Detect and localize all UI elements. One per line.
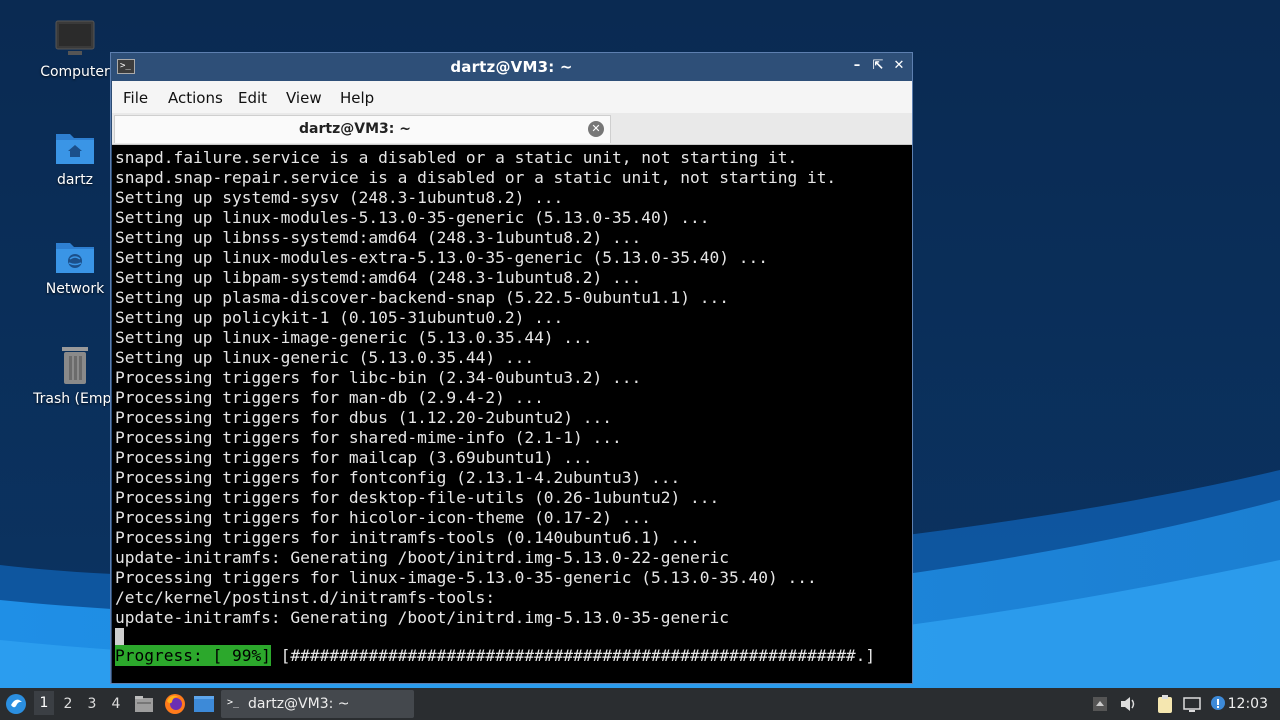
terminal-line: Processing triggers for initramfs-tools … (115, 528, 700, 547)
window-title: dartz@VM3: ~ (450, 58, 573, 76)
desktop-icon-label: Trash (Empt (33, 391, 117, 407)
terminal-line: Processing triggers for libc-bin (2.34-0… (115, 368, 642, 387)
desktop-icon-label: Network (45, 281, 105, 297)
terminal-cursor (115, 628, 124, 645)
home-folder-icon (56, 134, 94, 164)
terminal-line: update-initramfs: Generating /boot/initr… (115, 608, 729, 627)
workspace-2[interactable]: 2 (58, 696, 78, 712)
terminal-line: Processing triggers for fontconfig (2.13… (115, 468, 681, 487)
desktop-icon-label: dartz (56, 172, 94, 188)
desktop-show-icon[interactable] (193, 694, 215, 714)
terminal-line: Setting up libpam-systemd:amd64 (248.3-1… (115, 268, 642, 287)
menu-actions[interactable]: Actions (168, 89, 223, 107)
terminal-lines: snapd.failure.service is a disabled or a… (115, 148, 836, 628)
window-titlebar[interactable]: >_ dartz@VM3: ~ – ⇱ ✕ (111, 53, 912, 81)
file-manager-icon[interactable] (134, 694, 154, 714)
network-folder-icon (56, 243, 94, 273)
menu-file[interactable]: File (123, 89, 148, 107)
progress-label: Progress: [ 99%] (115, 645, 271, 666)
maximize-icon[interactable]: ⇱ (869, 57, 887, 75)
taskbar-terminal-label: dartz@VM3: ~ (248, 696, 350, 712)
terminal-line: Setting up libnss-systemd:amd64 (248.3-1… (115, 228, 642, 247)
terminal-line: Setting up plasma-discover-backend-snap … (115, 288, 729, 307)
menu-bar: File Actions Edit View Help (112, 81, 912, 113)
terminal-line: Setting up linux-modules-5.13.0-35-gener… (115, 208, 710, 227)
terminal-line: update-initramfs: Generating /boot/initr… (115, 548, 729, 567)
minimize-icon[interactable]: – (848, 57, 866, 75)
terminal-output[interactable]: snapd.failure.service is a disabled or a… (112, 145, 912, 683)
close-icon[interactable]: ✕ (890, 57, 908, 75)
taskbar-terminal-button[interactable]: >_ dartz@VM3: ~ (221, 690, 414, 718)
workspace-3[interactable]: 3 (82, 696, 102, 712)
progress-bar: [#######################################… (270, 646, 876, 665)
notification-icon[interactable] (1208, 694, 1228, 714)
terminal-line: Processing triggers for man-db (2.9.4-2)… (115, 388, 544, 407)
firefox-icon[interactable] (164, 693, 186, 715)
terminal-line: snapd.snap-repair.service is a disabled … (115, 168, 837, 187)
menu-edit[interactable]: Edit (238, 89, 267, 107)
terminal-window: >_ dartz@VM3: ~ – ⇱ ✕ File Actions Edit … (110, 52, 913, 684)
terminal-line: Processing triggers for hicolor-icon-the… (115, 508, 652, 527)
start-menu-icon[interactable] (5, 693, 27, 715)
terminal-line: Setting up linux-modules-extra-5.13.0-35… (115, 248, 768, 267)
terminal-line: Processing triggers for desktop-file-uti… (115, 488, 720, 507)
monitor-icon (55, 20, 95, 55)
tab-title: dartz@VM3: ~ (299, 121, 411, 137)
terminal-line: Setting up linux-generic (5.13.0.35.44) … (115, 348, 535, 367)
terminal-line: snapd.failure.service is a disabled or a… (115, 148, 798, 167)
terminal-line: Processing triggers for dbus (1.12.20-2u… (115, 408, 613, 427)
workspace-4[interactable]: 4 (106, 696, 126, 712)
progress-row: Progress: [ 99%] [######################… (115, 645, 876, 668)
taskbar: 1 2 3 4 >_ dartz@VM3: ~ 12:03 (0, 688, 1280, 720)
terminal-line: Setting up linux-image-generic (5.13.0.3… (115, 328, 593, 347)
menu-help[interactable]: Help (340, 89, 374, 107)
terminal-line: Processing triggers for mailcap (3.69ubu… (115, 448, 593, 467)
tab-bar: dartz@VM3: ~ ✕ (112, 113, 912, 145)
clock[interactable]: 12:03 (1228, 696, 1268, 712)
workspace-1[interactable]: 1 (34, 691, 54, 715)
terminal-line: Processing triggers for linux-image-5.13… (115, 568, 817, 587)
terminal-line: Setting up systemd-sysv (248.3-1ubuntu8.… (115, 188, 564, 207)
terminal-line: Setting up policykit-1 (0.105-31ubuntu0.… (115, 308, 564, 327)
volume-icon[interactable] (1118, 694, 1138, 714)
clipboard-icon[interactable] (1155, 694, 1175, 714)
tray-expand-icon[interactable] (1090, 694, 1110, 714)
menu-view[interactable]: View (286, 89, 322, 107)
terminal-line: /etc/kernel/postinst.d/initramfs-tools: (115, 588, 496, 607)
trash-icon (62, 347, 88, 384)
desktop-icon-label: Computer (40, 64, 110, 80)
tab-close-icon[interactable]: ✕ (588, 121, 604, 137)
terminal-line: Processing triggers for shared-mime-info… (115, 428, 622, 447)
terminal-task-icon: >_ (227, 697, 240, 708)
network-tray-icon[interactable] (1182, 694, 1202, 714)
tab-terminal[interactable]: dartz@VM3: ~ ✕ (114, 115, 611, 143)
